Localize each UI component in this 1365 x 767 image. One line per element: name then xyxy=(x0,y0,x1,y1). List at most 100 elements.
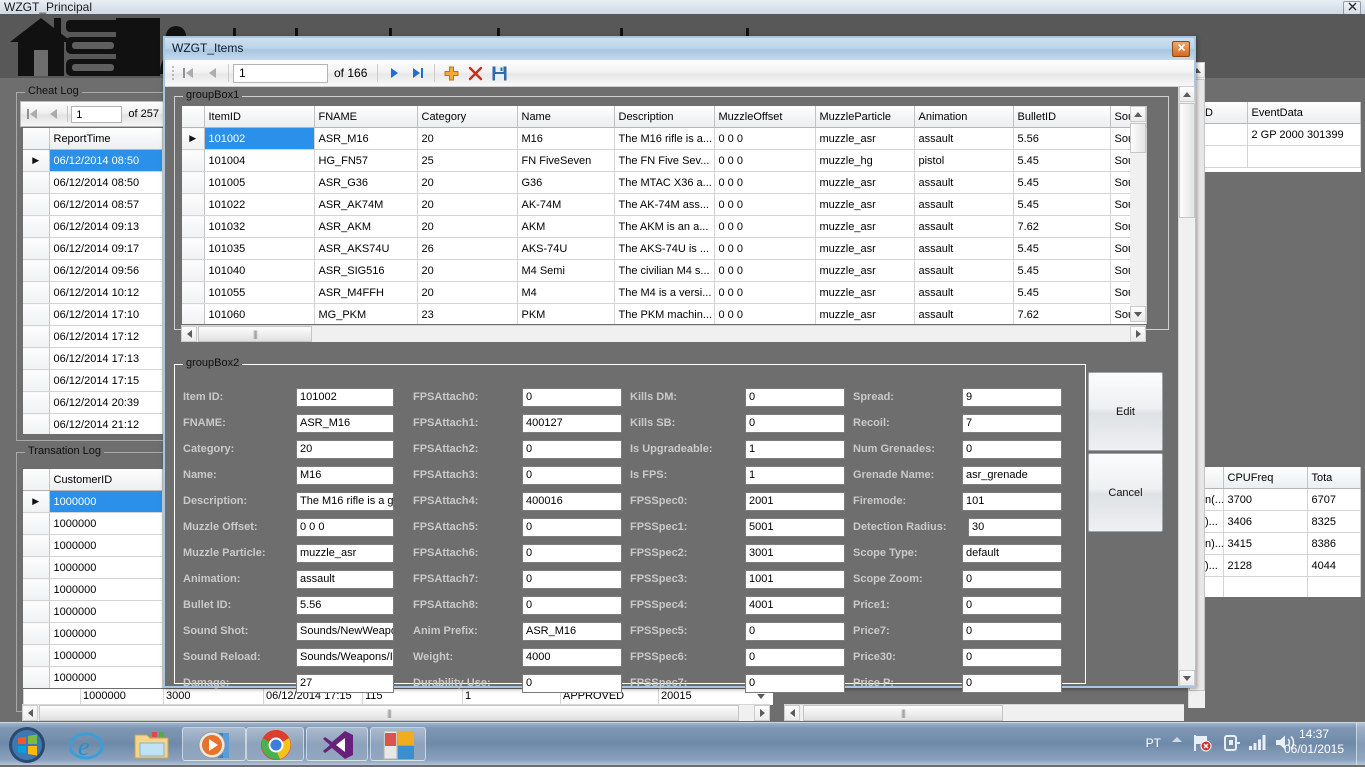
toolbar-grip[interactable] xyxy=(169,64,176,82)
cheat-log-column-reporttime[interactable]: ReportTime xyxy=(49,128,163,150)
signal-bars-icon[interactable] xyxy=(1249,735,1267,753)
items-column-muzzleparticle[interactable]: MuzzleParticle xyxy=(815,106,915,128)
row-selector[interactable] xyxy=(23,347,50,370)
cell-name[interactable]: G36 xyxy=(517,171,615,194)
taskbar-item-internet-explorer[interactable]: e xyxy=(62,727,108,761)
cell-name[interactable]: M4 xyxy=(517,281,615,304)
field-input-weight[interactable]: 4000 xyxy=(522,648,622,667)
items-vscroll-down-arrow[interactable] xyxy=(1130,306,1146,322)
row-selector[interactable] xyxy=(23,666,50,689)
cell-bulletid[interactable]: 5.45 xyxy=(1013,281,1111,304)
table-row[interactable]: ▶ 101002 ASR_M16 20 M16 The M16 rifle is a...… xyxy=(182,127,1147,150)
cell-muzzleparticle[interactable]: muzzle_asr xyxy=(815,215,915,238)
taskbar-item-application-window[interactable] xyxy=(370,727,426,761)
cell-fname[interactable]: ASR_M4FFH xyxy=(314,281,418,304)
table-row[interactable]: 101005 ASR_G36 20 G36 The MTAC X36 a... 0 0 0… xyxy=(182,171,1147,194)
table-row[interactable]: 101032 ASR_AKM 20 AKM The AKM is an a... 0 0 … xyxy=(182,215,1147,238)
table-row[interactable]: 06/12/2014 09:56 xyxy=(23,259,163,282)
cell-cpufreq[interactable]: 3700 xyxy=(1223,488,1308,511)
cell-fname[interactable]: ASR_AKM xyxy=(314,215,418,238)
field-input-killssb[interactable]: 0 xyxy=(745,414,845,433)
cell-name[interactable]: AKS-74U xyxy=(517,237,615,260)
event-log-column-id[interactable]: D xyxy=(1201,102,1248,124)
cell-total[interactable]: 4044 xyxy=(1307,554,1361,577)
cell-reporttime[interactable]: 06/12/2014 17:10 xyxy=(49,303,163,326)
cell-customerid[interactable]: 1000000 xyxy=(49,600,163,623)
hardware-log-grid[interactable]: CPUFreq Tota n(... 3700 6707)... 3406 8325 n)… xyxy=(1200,466,1362,598)
event-log-column-eventdata[interactable]: EventData xyxy=(1247,102,1361,124)
hardware-column-cpufreq[interactable]: CPUFreq xyxy=(1223,467,1308,489)
table-row[interactable]: 1000000 xyxy=(23,512,163,535)
cell-muzzleoffset[interactable]: 0 0 0 xyxy=(714,127,816,150)
cell-itemid[interactable]: 101060 xyxy=(204,303,315,324)
items-toolbar[interactable]: 1 of 166 xyxy=(165,60,1194,87)
cell-fname[interactable]: MG_PKM xyxy=(314,303,418,324)
cell-bulletid[interactable]: 5.56 xyxy=(1013,127,1111,150)
items-column-muzzleoffset[interactable]: MuzzleOffset xyxy=(714,106,816,128)
table-row[interactable]: 06/12/2014 20:39 xyxy=(23,391,163,414)
delete-icon[interactable] xyxy=(463,62,487,84)
edit-button[interactable]: Edit xyxy=(1088,372,1163,451)
field-input-fpsattach5[interactable]: 0 xyxy=(522,518,622,537)
table-row[interactable]: 1000000 xyxy=(23,600,163,623)
table-row[interactable]: ▶ 1000000 xyxy=(23,490,163,513)
field-input-animation[interactable]: assault xyxy=(296,570,394,589)
items-column-itemid[interactable]: ItemID xyxy=(204,106,315,128)
cell-category[interactable]: 26 xyxy=(417,237,518,260)
row-selector[interactable] xyxy=(23,215,50,238)
cell-itemid[interactable]: 101055 xyxy=(204,281,315,304)
nav-last-icon[interactable] xyxy=(406,62,430,84)
cell-customerid[interactable]: 1000000 xyxy=(49,534,163,557)
cell-muzzleparticle[interactable]: muzzle_asr xyxy=(815,193,915,216)
field-input-firemode[interactable]: 101 xyxy=(962,492,1062,511)
windows-start-icon[interactable] xyxy=(8,726,46,764)
cell-animation[interactable]: assault xyxy=(914,127,1014,150)
cell-muzzleoffset[interactable]: 0 0 0 xyxy=(714,149,816,172)
cell-cpufreq[interactable] xyxy=(1223,576,1308,597)
table-row[interactable]: 06/12/2014 08:50 xyxy=(23,171,163,194)
table-row[interactable]: 2 GP 2000 301399 xyxy=(1201,123,1361,146)
table-row[interactable]: )... 3406 8325 xyxy=(1201,510,1361,533)
cell-animation[interactable]: assault xyxy=(914,215,1014,238)
table-row[interactable]: 1000000 xyxy=(23,534,163,557)
row-selector[interactable] xyxy=(23,600,50,623)
cell-fname[interactable]: HG_FN57 xyxy=(314,149,418,172)
cell-customerid[interactable]: 1000000 xyxy=(49,622,163,645)
flag-error-icon[interactable] xyxy=(1193,734,1213,755)
clock[interactable]: 14:37 06/01/2015 xyxy=(1271,727,1357,757)
row-selector[interactable] xyxy=(23,193,50,216)
field-input-fpsattach8[interactable]: 0 xyxy=(522,596,622,615)
field-input-scopetype[interactable]: default xyxy=(962,544,1062,563)
right-hscroll-left-arrow[interactable] xyxy=(784,705,800,721)
cell-itemid[interactable]: 101035 xyxy=(204,237,315,260)
cell-description[interactable]: The M16 rifle is a... xyxy=(614,127,715,150)
tray-language-indicator[interactable]: PT xyxy=(1146,736,1161,750)
table-row[interactable]: 06/12/2014 17:10 xyxy=(23,303,163,326)
field-input-soundshot[interactable]: Sounds/NewWeapo xyxy=(296,622,394,641)
items-column-bulletid[interactable]: BulletID xyxy=(1013,106,1111,128)
cell-muzzleoffset[interactable]: 0 0 0 xyxy=(714,215,816,238)
cell-bulletid[interactable]: 5.45 xyxy=(1013,237,1111,260)
table-row[interactable]: 101060 MG_PKM 23 PKM The PKM machin... 0 0 0m… xyxy=(182,303,1147,324)
cell-bulletid[interactable]: 5.45 xyxy=(1013,193,1111,216)
cell-muzzleparticle[interactable]: muzzle_asr xyxy=(815,281,915,304)
field-input-price7[interactable]: 0 xyxy=(962,622,1062,641)
items-titlebar[interactable]: WZGT_Items xyxy=(165,38,1194,61)
cell-name[interactable]: FN FiveSeven xyxy=(517,149,615,172)
cell-muzzleparticle[interactable]: muzzle_asr xyxy=(815,237,915,260)
table-row[interactable] xyxy=(1201,576,1361,597)
items-window-vscroll-thumb[interactable] xyxy=(1179,103,1195,218)
cell-total[interactable] xyxy=(1307,576,1361,597)
cell-muzzleoffset[interactable]: 0 0 0 xyxy=(714,193,816,216)
cell-fname[interactable]: ASR_G36 xyxy=(314,171,418,194)
cell-cpufreq[interactable]: 3406 xyxy=(1223,510,1308,533)
cell-muzzleoffset[interactable]: 0 0 0 xyxy=(714,259,816,282)
row-selector[interactable] xyxy=(23,237,50,260)
cell-reporttime[interactable]: 06/12/2014 08:50 xyxy=(49,171,163,194)
table-row[interactable]: 1000000 xyxy=(23,666,163,689)
field-input-fpsspec2[interactable]: 3001 xyxy=(745,544,845,563)
field-input-bulletid[interactable]: 5.56 xyxy=(296,596,394,615)
table-row[interactable]: 06/12/2014 17:12 xyxy=(23,325,163,348)
row-selector[interactable] xyxy=(182,171,205,194)
nav-prev-icon[interactable] xyxy=(200,62,224,84)
